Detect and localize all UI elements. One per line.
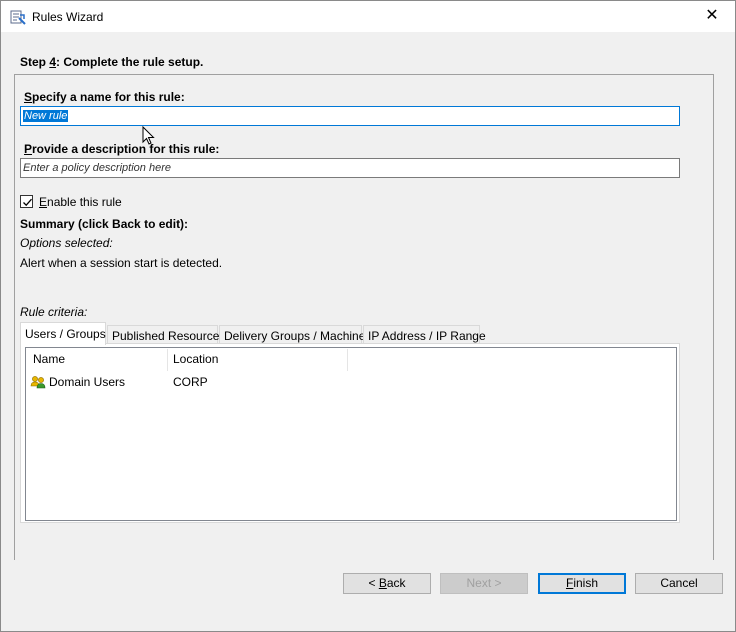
- finish-button[interactable]: Finish: [538, 573, 626, 594]
- table-row[interactable]: Domain Users CORP: [26, 373, 676, 391]
- column-header-location[interactable]: Location: [173, 352, 218, 372]
- enable-rule-label-text: nable this rule: [47, 195, 122, 209]
- back-button[interactable]: < Back: [343, 573, 431, 594]
- rule-name-label-text: pecify a name for this rule:: [32, 90, 185, 104]
- rule-name-label: Specify a name for this rule:: [24, 90, 185, 104]
- rules-wizard-window: Rules Wizard ✕ Step 4: Complete the rule…: [0, 0, 736, 632]
- tab-ip-address-range[interactable]: IP Address / IP Range: [363, 325, 486, 345]
- close-icon[interactable]: ✕: [689, 1, 735, 32]
- back-button-prefix: <: [368, 576, 379, 590]
- rule-name-label-key: S: [24, 90, 33, 104]
- row-name: Domain Users: [49, 375, 126, 389]
- rules-wizard-app-icon: [10, 9, 26, 25]
- rule-description-label: Provide a description for this rule:: [24, 142, 219, 156]
- rule-name-input[interactable]: New rule: [20, 106, 680, 126]
- step-title-suffix: : Complete the rule setup.: [56, 55, 204, 69]
- rule-criteria-label: Rule criteria:: [20, 305, 88, 319]
- enable-rule-label[interactable]: Enable this rule: [39, 195, 122, 209]
- mouse-pointer-icon: [142, 126, 155, 145]
- finish-button-label: inish: [573, 576, 599, 590]
- tab-delivery-groups-machines[interactable]: Delivery Groups / Machines: [219, 325, 371, 345]
- column-divider: [167, 349, 168, 371]
- window-title: Rules Wizard: [32, 10, 104, 24]
- users-groups-list[interactable]: Name Location Domain Users CORP: [25, 347, 677, 521]
- checkmark-icon: [23, 198, 32, 207]
- users-groups-tab-panel: Name Location Domain Users CORP: [20, 343, 680, 523]
- title-bar: Rules Wizard ✕: [1, 1, 735, 32]
- rule-name-value: New rule: [23, 110, 69, 122]
- rule-description-placeholder: Enter a policy description here: [23, 162, 171, 174]
- rule-description-label-key: P: [24, 142, 33, 156]
- tab-users-groups[interactable]: Users / Groups: [20, 322, 106, 345]
- enable-rule-label-key: E: [39, 195, 48, 209]
- users-group-icon: [30, 374, 46, 390]
- rule-description-input[interactable]: Enter a policy description here: [20, 158, 680, 178]
- step-title-prefix: Step: [20, 55, 50, 69]
- next-button[interactable]: Next >: [440, 573, 528, 594]
- column-header-name[interactable]: Name: [33, 352, 65, 372]
- back-button-label: ack: [386, 576, 406, 590]
- back-button-key: B: [378, 576, 387, 590]
- summary-heading: Summary (click Back to edit):: [20, 217, 189, 231]
- options-selected-label: Options selected:: [20, 236, 113, 250]
- tab-published-resources[interactable]: Published Resources: [107, 325, 225, 345]
- column-divider: [347, 349, 348, 371]
- enable-rule-checkbox[interactable]: [20, 195, 33, 208]
- step-title: Step 4: Complete the rule setup.: [20, 55, 203, 69]
- cancel-button[interactable]: Cancel: [635, 573, 723, 594]
- option-description: Alert when a session start is detected.: [20, 256, 223, 270]
- rule-description-label-text: rovide a description for this rule:: [32, 142, 220, 156]
- row-location: CORP: [173, 375, 208, 389]
